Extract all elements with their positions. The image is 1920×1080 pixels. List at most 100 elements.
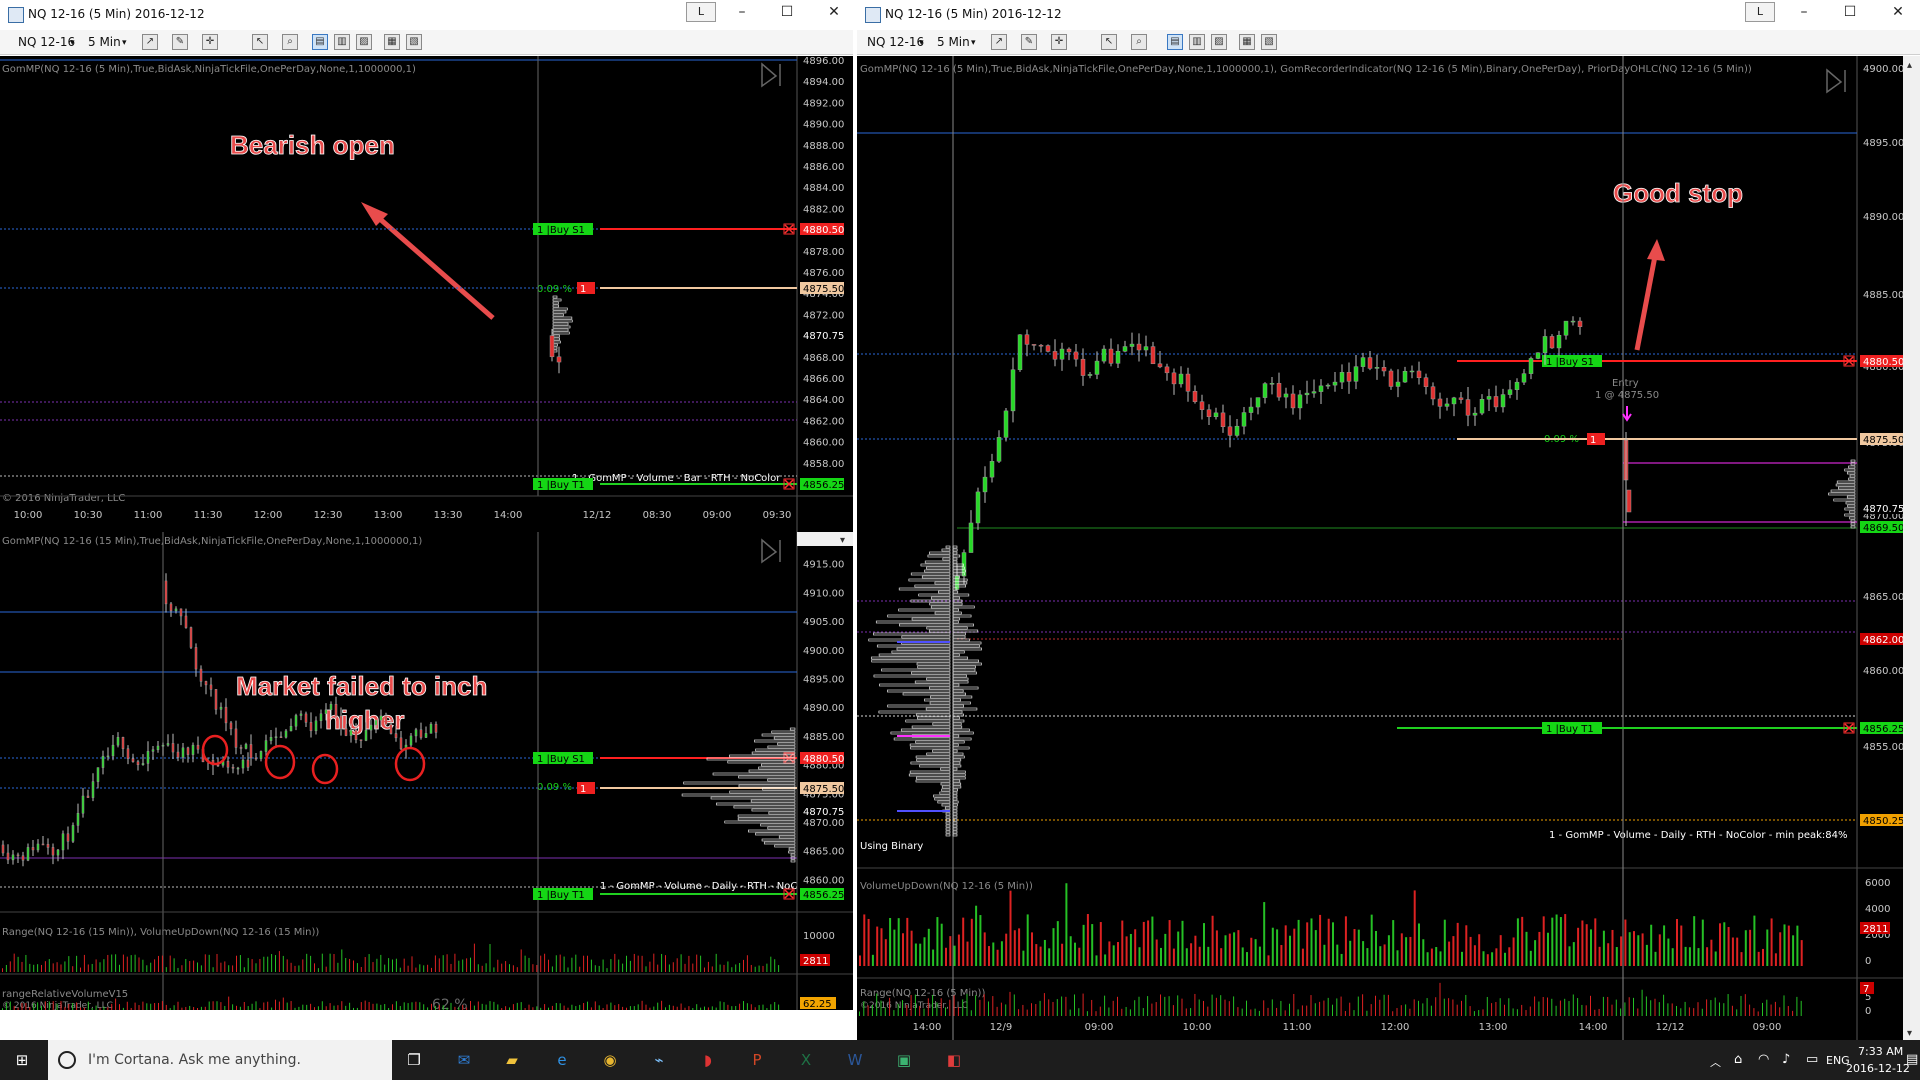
main-5min-chart[interactable]: GomMP(NQ 12-16 (5 Min),True,BidAsk,Ninja… <box>857 56 1920 1040</box>
link-button[interactable]: L <box>686 2 716 22</box>
chevron-down-icon[interactable]: ▾ <box>122 38 127 48</box>
edge-browser-icon[interactable]: e <box>550 1048 574 1072</box>
candle-body <box>166 743 170 746</box>
chevron-up-icon[interactable]: ︿ <box>1710 1054 1721 1070</box>
volume-bar <box>189 961 191 972</box>
word-icon[interactable]: W <box>843 1048 867 1072</box>
time-tick: 10:30 <box>74 510 103 521</box>
pencil-icon[interactable]: ✎ <box>1021 34 1037 50</box>
volume-bar <box>1607 996 1609 1016</box>
red-app-icon[interactable]: ◧ <box>942 1048 966 1072</box>
volume-bar <box>867 1005 869 1016</box>
notes-icon[interactable]: ▧ <box>1261 34 1277 50</box>
volume-bar <box>1422 1003 1424 1016</box>
excel-icon[interactable]: X <box>794 1048 818 1072</box>
volume-bar <box>130 955 132 972</box>
volume-bar <box>1774 1001 1776 1016</box>
right-title-bar[interactable]: NQ 12-16 (5 Min) 2016-12-12 L – ☐ ✕ <box>857 0 1920 28</box>
chart-style-icon[interactable]: ▥ <box>334 34 350 50</box>
wifi-icon[interactable]: ◠ <box>1758 1052 1769 1067</box>
picture-icon[interactable]: ▨ <box>356 34 372 50</box>
properties-icon[interactable]: ▦ <box>384 34 400 50</box>
zoom-icon[interactable]: ⌕ <box>282 34 298 50</box>
maximize-icon[interactable]: ☐ <box>1835 4 1865 20</box>
bar-style-icon[interactable]: ▤ <box>312 34 328 50</box>
chevron-down-icon[interactable]: ▾ <box>919 38 924 48</box>
instrument-selector[interactable]: NQ 12-16 <box>867 35 924 49</box>
ninjatrader-icon[interactable]: ◗ <box>696 1048 720 1072</box>
top-5min-chart[interactable]: GomMP(NQ 12-16 (5 Min),True,BidAsk,Ninja… <box>0 56 853 532</box>
minimize-icon[interactable]: – <box>727 4 757 20</box>
interval-selector[interactable]: 5 Min <box>88 35 121 49</box>
clock-time[interactable]: 7:33 AM <box>1858 1045 1903 1058</box>
volume-bar <box>602 959 604 972</box>
candle-body <box>164 580 168 605</box>
tws-icon[interactable]: ⌁ <box>647 1048 671 1072</box>
notes-icon[interactable]: ▧ <box>406 34 422 50</box>
chevron-down-icon[interactable]: ▾ <box>971 38 976 48</box>
candle-body <box>1248 406 1254 413</box>
cursor-icon[interactable]: ↖ <box>1101 34 1117 50</box>
candle-body <box>161 744 165 747</box>
volume-bar <box>579 1004 581 1010</box>
volume-profile-bar <box>768 811 796 815</box>
left-title-bar[interactable]: NQ 12-16 (5 Min) 2016-12-12 L – ☐ ✕ <box>0 0 853 28</box>
cortana-search-box[interactable]: I'm Cortana. Ask me anything. <box>48 1040 392 1080</box>
bar-style-icon[interactable]: ▤ <box>1167 34 1183 50</box>
link-button[interactable]: L <box>1745 2 1775 22</box>
powerpoint-icon[interactable]: P <box>745 1048 769 1072</box>
volume-profile-bar <box>910 746 951 750</box>
cursor-icon[interactable]: ↖ <box>252 34 268 50</box>
maximize-icon[interactable]: ☐ <box>772 4 802 20</box>
volume-bar <box>314 963 315 972</box>
drawing-tools-icon[interactable]: ↗ <box>991 34 1007 50</box>
chrome-icon[interactable]: ◉ <box>598 1048 622 1072</box>
volume-bar <box>364 957 366 972</box>
notifications-icon[interactable]: ▤ <box>1906 1052 1918 1067</box>
windows-start-icon[interactable]: ⊞ <box>10 1048 34 1072</box>
volume-bar <box>419 1002 421 1010</box>
volume-bar <box>653 953 655 972</box>
volume-bar <box>1129 1009 1131 1016</box>
close-icon[interactable]: ✕ <box>819 4 849 20</box>
interval-selector[interactable]: 5 Min <box>937 35 970 49</box>
network-icon[interactable]: ⌂ <box>1734 1052 1742 1067</box>
properties-icon[interactable]: ▦ <box>1239 34 1255 50</box>
chevron-down-icon[interactable]: ▾ <box>70 38 75 48</box>
drawing-tools-icon[interactable]: ↗ <box>142 34 158 50</box>
candle-body <box>1451 397 1457 405</box>
volume-bar <box>1607 943 1610 966</box>
crosshair-icon[interactable]: ✛ <box>202 34 218 50</box>
volume-icon[interactable]: ♪ <box>1782 1052 1790 1067</box>
pencil-icon[interactable]: ✎ <box>172 34 188 50</box>
volume-profile-bar <box>887 614 951 618</box>
candle-body <box>1122 346 1128 352</box>
volume-bar <box>1615 947 1618 966</box>
file-explorer-icon[interactable]: ▰ <box>500 1048 524 1072</box>
volume-bar <box>1276 1007 1278 1016</box>
volume-bar <box>1473 1011 1475 1016</box>
volume-bar <box>271 954 273 972</box>
candle-body <box>1038 344 1044 347</box>
volume-bar <box>1516 1009 1518 1016</box>
task-view-icon[interactable]: ❐ <box>402 1048 426 1072</box>
message-icon[interactable]: ▭ <box>1806 1052 1818 1067</box>
minimize-icon[interactable]: – <box>1789 4 1819 20</box>
clock-date[interactable]: 2016-12-12 <box>1846 1062 1910 1075</box>
zoom-icon[interactable]: ⌕ <box>1131 34 1147 50</box>
volume-bar <box>76 1002 78 1010</box>
crosshair-icon[interactable]: ✛ <box>1051 34 1067 50</box>
chart-style-icon[interactable]: ▥ <box>1189 34 1205 50</box>
volume-bar <box>1306 922 1309 966</box>
volume-bar <box>1430 948 1433 966</box>
picture-icon[interactable]: ▨ <box>1211 34 1227 50</box>
bottom-15min-chart[interactable]: GomMP(NQ 12-16 (15 Min),True,BidAsk,Ninj… <box>0 532 853 1010</box>
outlook-icon[interactable]: ✉ <box>452 1048 476 1072</box>
volume-profile-bar <box>952 722 962 726</box>
time-tick: 13:30 <box>434 510 463 521</box>
volume-bar <box>1676 1005 1677 1016</box>
instrument-selector[interactable]: NQ 12-16 <box>18 35 75 49</box>
green-app-icon[interactable]: ▣ <box>892 1048 916 1072</box>
close-icon[interactable]: ✕ <box>1883 4 1913 20</box>
candle-body <box>181 747 185 758</box>
